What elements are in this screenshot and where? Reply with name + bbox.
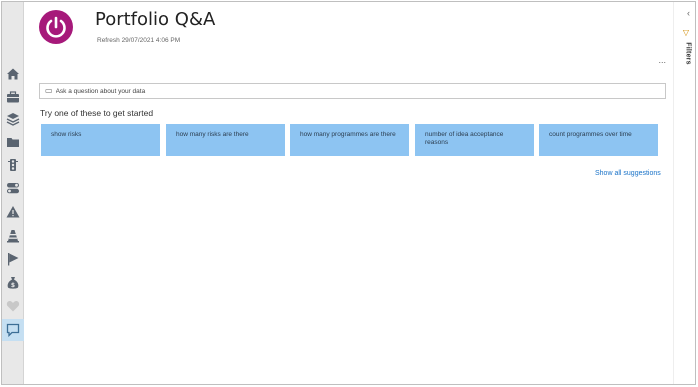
traffic-light-icon[interactable]: [2, 154, 24, 176]
chat-icon[interactable]: [2, 319, 24, 341]
filter-icon[interactable]: ▽: [683, 28, 689, 37]
cone-icon[interactable]: [2, 225, 24, 247]
suggestion-button[interactable]: how many programmes are there: [290, 124, 409, 156]
left-navigation: $: [2, 2, 24, 384]
layers-icon[interactable]: [2, 108, 24, 130]
money-bag-icon[interactable]: $: [2, 272, 24, 294]
warning-icon[interactable]: [2, 201, 24, 223]
flag-icon[interactable]: [2, 248, 24, 270]
filters-label[interactable]: Filters: [684, 42, 691, 64]
suggestion-button[interactable]: number of idea acceptance reasons: [415, 124, 534, 156]
try-prompt: Try one of these to get started: [40, 108, 154, 118]
svg-text:$: $: [11, 282, 15, 289]
filters-panel: ‹ ▽ Filters: [673, 2, 695, 384]
qa-question-input[interactable]: [55, 87, 636, 95]
suggestion-button[interactable]: how many risks are there: [166, 124, 285, 156]
collapse-arrow-icon[interactable]: ‹: [687, 8, 690, 18]
power-icon: [46, 16, 66, 38]
show-all-suggestions-link[interactable]: Show all suggestions: [595, 170, 661, 177]
suggestion-button[interactable]: show risks: [41, 124, 160, 156]
briefcase-icon[interactable]: [2, 86, 24, 108]
toggle-icon[interactable]: [2, 177, 24, 199]
refresh-timestamp: Refresh 29/07/2021 4:06 PM: [97, 37, 181, 44]
heart-icon[interactable]: [2, 295, 24, 317]
app-logo: [39, 10, 73, 44]
home-icon[interactable]: [2, 63, 24, 85]
page-title: Portfolio Q&A: [95, 9, 216, 30]
chat-bubble-icon: ▭: [45, 86, 53, 95]
app-frame: $ Portfolio Q&A Refresh 29/07/2021 4:06 …: [1, 1, 696, 385]
suggestion-button[interactable]: count programmes over time: [539, 124, 658, 156]
qa-question-box[interactable]: ▭: [39, 83, 666, 99]
more-options-button[interactable]: ...: [658, 55, 666, 65]
folder-icon[interactable]: [2, 131, 24, 153]
